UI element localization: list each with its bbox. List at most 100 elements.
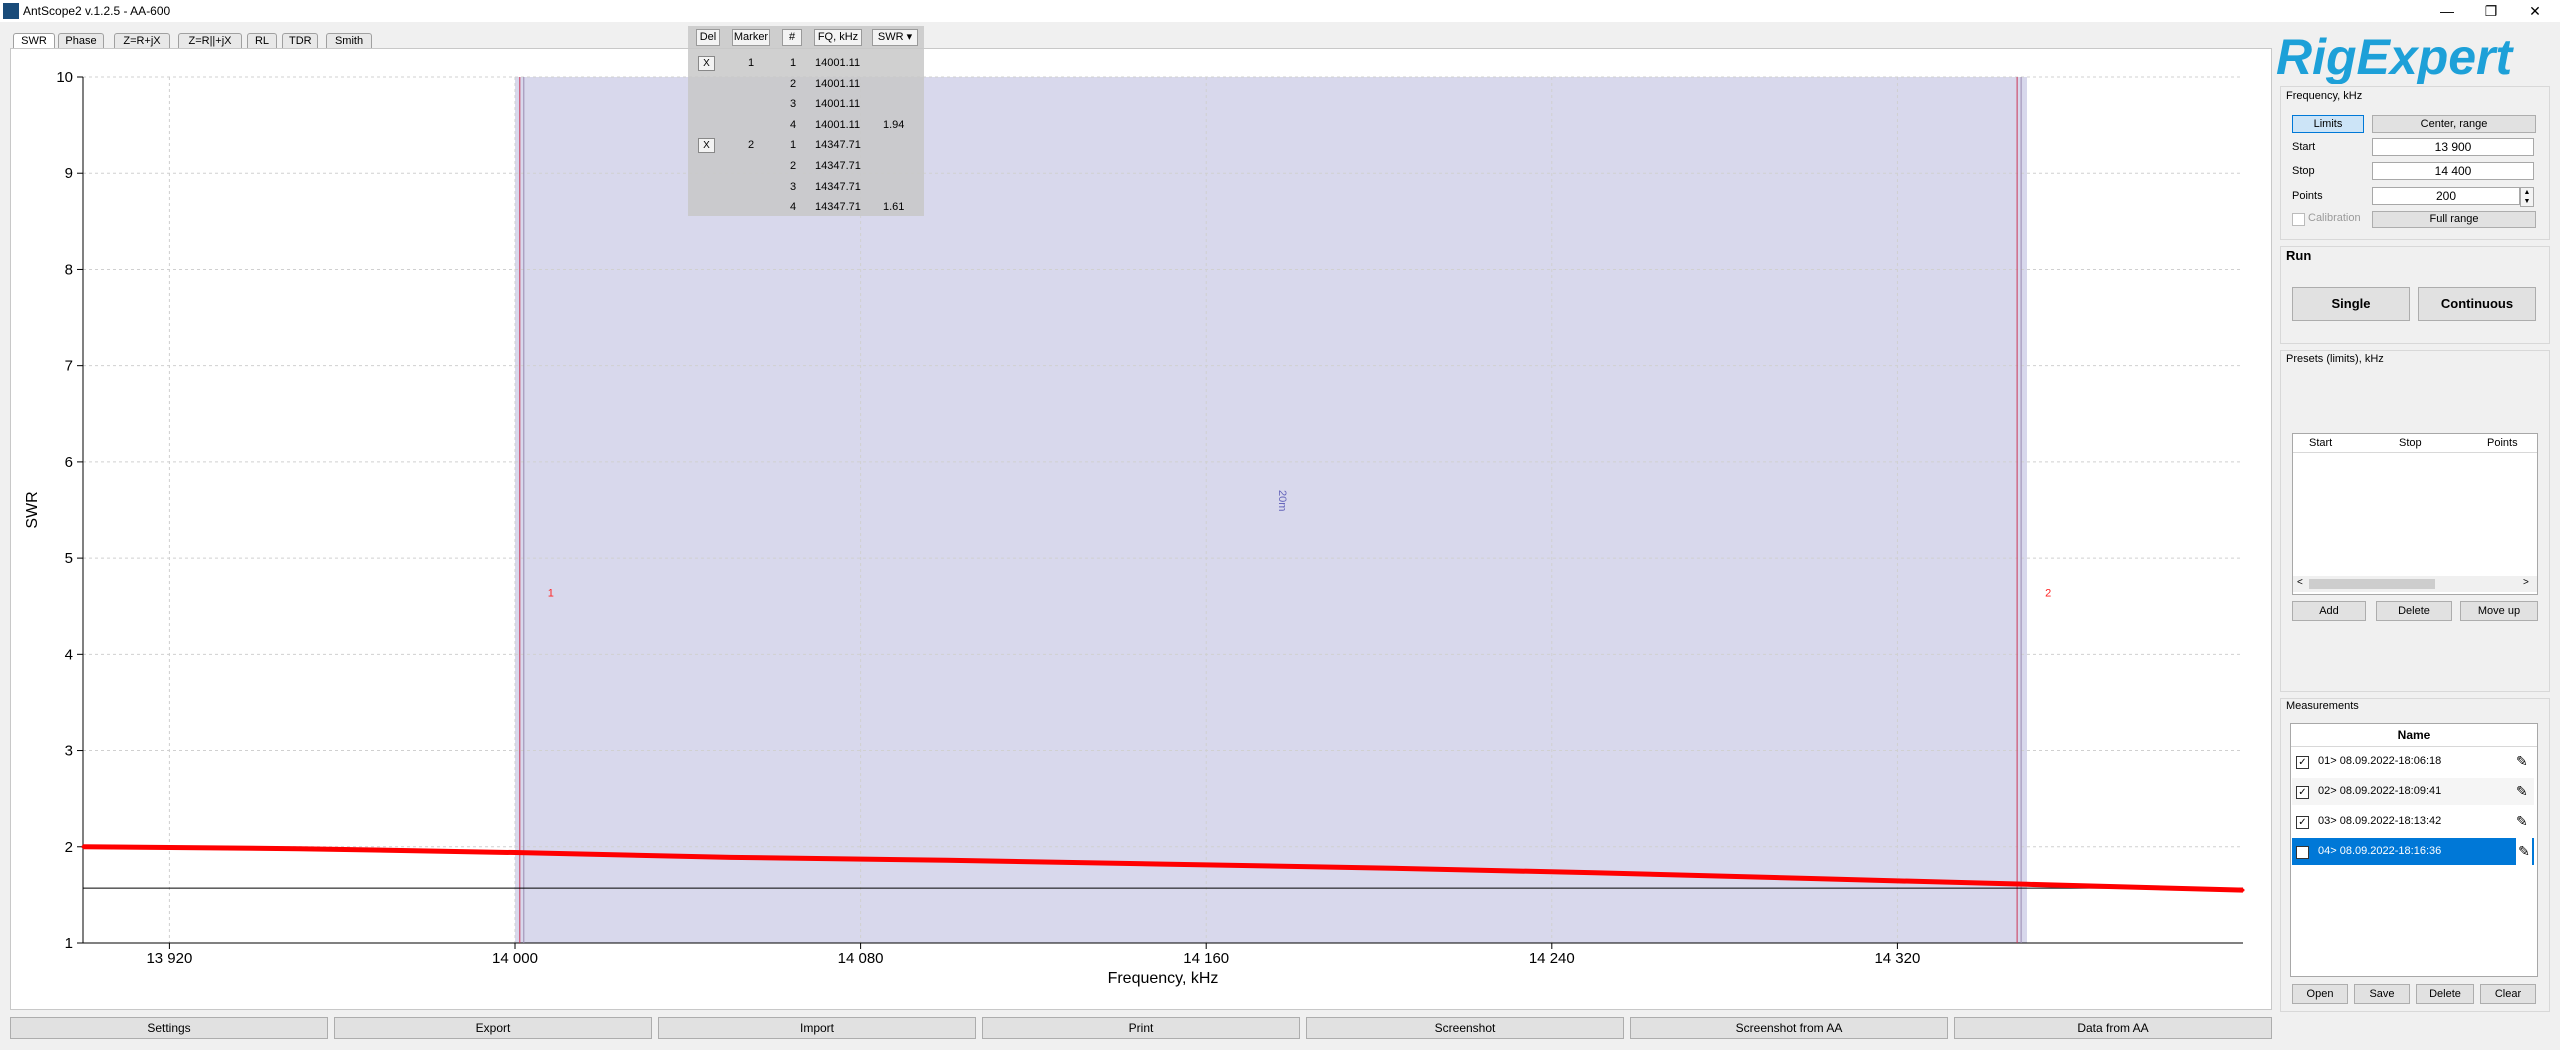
presets-table[interactable]: Start Stop Points < > (2292, 433, 2538, 595)
points-label: Points (2292, 190, 2323, 202)
marker-frequency: 14001.11 (815, 77, 861, 90)
measurements-group-title: Measurements (2286, 700, 2359, 712)
swr-chart: 13 920 14 000 14 080 14 160 14 240 14 320 1 2 3 4… (24, 69, 2245, 987)
scroll-right-icon[interactable]: > (2523, 577, 2529, 588)
measurements-col-name: Name (2291, 724, 2537, 747)
tab-z-parallel[interactable]: Z=R||+jX (178, 33, 242, 49)
calibration-checkbox[interactable] (2292, 213, 2305, 226)
header-del: Del (696, 29, 720, 46)
print-button[interactable]: Print (982, 1017, 1300, 1039)
frequency-group-title: Frequency, kHz (2286, 90, 2363, 102)
stop-label: Stop (2292, 165, 2315, 177)
y-tick-label: 7 (65, 358, 73, 375)
swr-data-point (729, 855, 733, 859)
export-button[interactable]: Export (334, 1017, 652, 1039)
continuous-button[interactable]: Continuous (2418, 287, 2536, 321)
header-num: # (782, 29, 802, 46)
scroll-left-icon[interactable]: < (2297, 577, 2303, 588)
save-button[interactable]: Save (2354, 984, 2410, 1004)
swr-data-point (2025, 882, 2029, 886)
close-button[interactable]: ✕ (2512, 0, 2558, 22)
open-button[interactable]: Open (2292, 984, 2348, 1004)
screenshot-button[interactable]: Screenshot (1306, 1017, 1624, 1039)
tab-tdr[interactable]: TDR (282, 33, 318, 49)
marker-table-row: X 1 1 14001.11 (688, 56, 924, 72)
swr-data-point (81, 845, 85, 849)
tab-swr[interactable]: SWR (13, 33, 55, 49)
measurement-checkbox[interactable]: ✓ (2296, 816, 2309, 829)
swr-data-point (1161, 862, 1165, 866)
tab-phase[interactable]: Phase (58, 33, 104, 49)
measurement-item[interactable]: ✓ 02> 08.09.2022-18:09:41 ✎ (2292, 778, 2534, 805)
measurement-item[interactable]: ✓ 04> 08.09.2022-18:16:36 ✎ (2292, 838, 2534, 865)
app-icon (3, 3, 19, 19)
spin-down-icon[interactable]: ▼ (2524, 198, 2531, 205)
marker-swr: 1.61 (883, 201, 905, 214)
points-stepper[interactable]: ▲ ▼ (2520, 187, 2534, 207)
band-label: 20m (1276, 490, 1288, 511)
header-fq: FQ, kHz (814, 29, 862, 46)
plot-area[interactable]: 13 920 14 000 14 080 14 160 14 240 14 320 1 2 3 4… (10, 48, 2272, 1010)
full-range-button[interactable]: Full range (2372, 211, 2536, 228)
title-bar: AntScope2 v.1.2.5 - AA-600 — ❐ ✕ (0, 0, 2560, 22)
delete-marker-button[interactable]: X (698, 56, 715, 71)
settings-button[interactable]: Settings (10, 1017, 328, 1039)
measurement-checkbox[interactable]: ✓ (2296, 846, 2309, 859)
delete-marker-button[interactable]: X (698, 138, 715, 154)
limits-button[interactable]: Limits (2292, 115, 2364, 133)
presets-header: Start Stop Points (2293, 434, 2537, 453)
presets-delete-button[interactable]: Delete (2376, 601, 2452, 621)
edit-pencil-icon[interactable]: ✎ (2516, 808, 2528, 835)
marker-frequency: 14001.11 (815, 118, 861, 131)
minimize-button[interactable]: — (2424, 0, 2470, 22)
edit-pencil-icon[interactable]: ✎ (2516, 778, 2528, 805)
marker-table-row: 4 14001.11 1.94 (688, 118, 924, 134)
spin-up-icon[interactable]: ▲ (2524, 189, 2531, 196)
calibration-label: Calibration (2308, 212, 2361, 224)
marker-table-row: 2 14347.71 (688, 159, 924, 175)
presets-hscrollbar[interactable]: < > (2293, 576, 2537, 592)
marker-frequency: 14347.71 (815, 160, 861, 172)
clear-button[interactable]: Clear (2480, 984, 2536, 1004)
probe-number: 2 (790, 160, 797, 172)
x-tick-label: 14 160 (1183, 950, 1229, 967)
data-from-aa-button[interactable]: Data from AA (1954, 1017, 2272, 1039)
tab-rl[interactable]: RL (247, 33, 277, 49)
center-range-button[interactable]: Center, range (2372, 115, 2536, 133)
points-spinbox[interactable]: 200 (2372, 187, 2520, 205)
presets-add-button[interactable]: Add (2292, 601, 2366, 621)
presets-col-stop: Stop (2399, 437, 2422, 449)
single-button[interactable]: Single (2292, 287, 2410, 321)
header-swr[interactable]: SWR ▾ (872, 29, 918, 46)
maximize-button[interactable]: ❐ (2468, 0, 2514, 22)
marker-frequency: 14347.71 (815, 201, 861, 214)
swr-data-point (1809, 877, 1813, 881)
measurement-name: 04> 08.09.2022-18:16:36 (2318, 845, 2442, 857)
tab-z-series[interactable]: Z=R+jX (114, 33, 170, 49)
probe-number: 3 (790, 180, 797, 193)
measurement-item[interactable]: ✓ 01> 08.09.2022-18:06:18 ✎ (2292, 748, 2534, 775)
edit-pencil-icon[interactable]: ✎ (2516, 838, 2532, 865)
start-input[interactable]: 13 900 (2372, 138, 2534, 156)
screenshot-from-aa-button[interactable]: Screenshot from AA (1630, 1017, 1948, 1039)
edit-pencil-icon[interactable]: ✎ (2516, 748, 2528, 775)
measurement-checkbox[interactable]: ✓ (2296, 756, 2309, 769)
measurement-checkbox[interactable]: ✓ (2296, 786, 2309, 799)
swr-data-point (945, 858, 949, 862)
y-tick-label: 2 (65, 839, 73, 856)
stop-input[interactable]: 14 400 (2372, 162, 2534, 180)
measurement-item[interactable]: ✓ 03> 08.09.2022-18:13:42 ✎ (2292, 808, 2534, 835)
marker-table-row: X 2 1 14347.71 (688, 138, 924, 154)
x-tick-label: 14 240 (1529, 950, 1575, 967)
start-label: Start (2292, 141, 2316, 153)
probe-number: 1 (790, 57, 797, 69)
scroll-thumb[interactable] (2309, 579, 2435, 589)
measurements-delete-button[interactable]: Delete (2416, 984, 2474, 1004)
presets-moveup-button[interactable]: Move up (2460, 601, 2538, 621)
import-button[interactable]: Import (658, 1017, 976, 1039)
marker-label: 1 (548, 588, 554, 600)
tab-smith[interactable]: Smith (326, 33, 372, 49)
y-tick-label: 6 (65, 454, 73, 471)
y-tick-label: 4 (65, 646, 73, 663)
marker-number: 1 (748, 57, 755, 69)
